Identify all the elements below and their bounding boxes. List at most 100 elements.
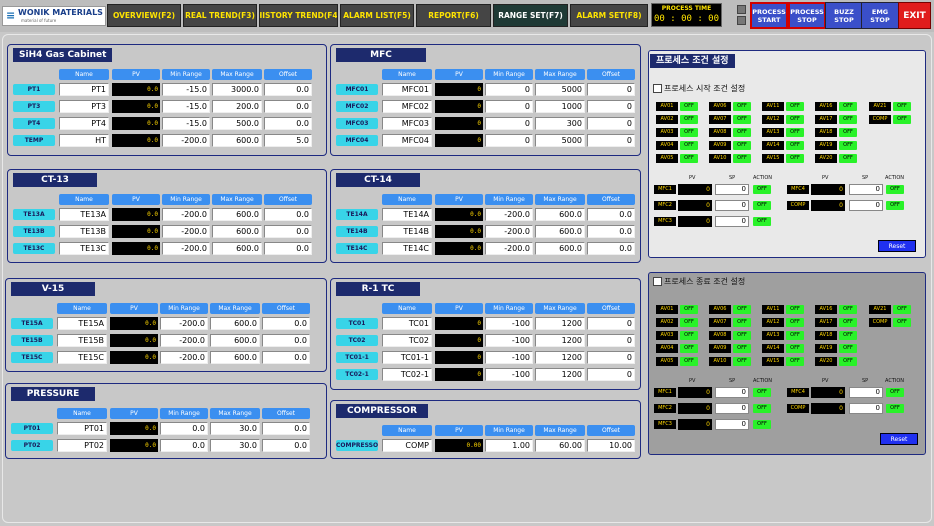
offset-field[interactable]: 0.0 <box>264 225 312 238</box>
valve-state-toggle[interactable]: OFF <box>839 331 857 340</box>
valve-state-toggle[interactable]: OFF <box>733 102 751 111</box>
valve-state-toggle[interactable]: OFF <box>786 344 804 353</box>
row-tag-button[interactable]: PT4 <box>13 118 55 129</box>
name-field[interactable]: MFC04 <box>382 134 432 147</box>
mfc-sp-field[interactable]: 0 <box>715 419 749 430</box>
row-tag-button[interactable]: TE14C <box>336 243 378 254</box>
mfc-action-toggle[interactable]: OFF <box>886 201 904 210</box>
min-range-field[interactable]: -200.0 <box>160 334 208 347</box>
mfc-sp-field[interactable]: 0 <box>849 200 883 211</box>
row-tag-button[interactable]: TE13B <box>13 226 55 237</box>
offset-field[interactable]: 0 <box>587 117 635 130</box>
valve-state-toggle[interactable]: OFF <box>786 128 804 137</box>
min-range-field[interactable]: -15.0 <box>162 117 210 130</box>
offset-field[interactable]: 0 <box>587 83 635 96</box>
mfc-sp-field[interactable]: 0 <box>849 387 883 398</box>
mfc-action-toggle[interactable]: OFF <box>886 404 904 413</box>
offset-field[interactable]: 0 <box>587 134 635 147</box>
name-field[interactable]: PT1 <box>59 83 109 96</box>
mfc-sp-field[interactable]: 0 <box>715 387 749 398</box>
min-range-field[interactable]: -200.0 <box>485 208 533 221</box>
valve-state-toggle[interactable]: OFF <box>733 128 751 137</box>
min-range-field[interactable]: -200.0 <box>162 134 210 147</box>
offset-field[interactable]: 10.00 <box>587 439 635 452</box>
valve-state-toggle[interactable]: OFF <box>893 115 911 124</box>
mfc-action-toggle[interactable]: OFF <box>886 388 904 397</box>
name-field[interactable]: MFC01 <box>382 83 432 96</box>
min-range-field[interactable]: -200.0 <box>485 242 533 255</box>
process-start-button[interactable]: PROCESS START <box>750 2 788 29</box>
row-tag-button[interactable]: PT3 <box>13 101 55 112</box>
valve-state-toggle[interactable]: OFF <box>839 318 857 327</box>
valve-state-toggle[interactable]: OFF <box>733 357 751 366</box>
max-range-field[interactable]: 30.0 <box>210 422 260 435</box>
name-field[interactable]: HT <box>59 134 109 147</box>
valve-state-toggle[interactable]: OFF <box>893 318 911 327</box>
mfc-sp-field[interactable]: 0 <box>849 184 883 195</box>
offset-field[interactable]: 0.0 <box>587 242 635 255</box>
row-tag-button[interactable]: TC02-1 <box>336 369 378 380</box>
valve-state-toggle[interactable]: OFF <box>680 154 698 163</box>
max-range-field[interactable]: 1200 <box>535 351 585 364</box>
min-range-field[interactable]: -100 <box>485 351 533 364</box>
min-range-field[interactable]: -15.0 <box>162 83 210 96</box>
offset-field[interactable]: 0.0 <box>262 334 310 347</box>
min-range-field[interactable]: 1.00 <box>485 439 533 452</box>
valve-state-toggle[interactable]: OFF <box>680 344 698 353</box>
valve-state-toggle[interactable]: OFF <box>786 305 804 314</box>
min-range-field[interactable]: -200.0 <box>485 225 533 238</box>
min-range-field[interactable]: -200.0 <box>160 317 208 330</box>
name-field[interactable]: TE15B <box>57 334 107 347</box>
valve-state-toggle[interactable]: OFF <box>786 318 804 327</box>
row-tag-button[interactable]: TE15B <box>11 335 53 346</box>
row-tag-button[interactable]: MFC03 <box>336 118 378 129</box>
min-range-field[interactable]: -100 <box>485 317 533 330</box>
name-field[interactable]: MFC02 <box>382 100 432 113</box>
name-field[interactable]: TE15C <box>57 351 107 364</box>
mfc-sp-field[interactable]: 0 <box>715 200 749 211</box>
min-range-field[interactable]: 0 <box>485 134 533 147</box>
mfc-action-toggle[interactable]: OFF <box>886 185 904 194</box>
valve-state-toggle[interactable]: OFF <box>733 115 751 124</box>
row-tag-button[interactable]: MFC04 <box>336 135 378 146</box>
valve-state-toggle[interactable]: OFF <box>893 102 911 111</box>
valve-state-toggle[interactable]: OFF <box>680 115 698 124</box>
offset-field[interactable]: 0.0 <box>264 242 312 255</box>
row-tag-button[interactable]: PT01 <box>11 423 53 434</box>
row-tag-button[interactable]: TE14B <box>336 226 378 237</box>
valve-state-toggle[interactable]: OFF <box>839 115 857 124</box>
valve-state-toggle[interactable]: OFF <box>839 128 857 137</box>
nav-overview[interactable]: OVERVIEW(F2) <box>107 4 181 27</box>
max-range-field[interactable]: 3000.0 <box>212 83 262 96</box>
row-tag-button[interactable]: TC01-1 <box>336 352 378 363</box>
max-range-field[interactable]: 600.0 <box>212 242 262 255</box>
row-tag-button[interactable]: TE15A <box>11 318 53 329</box>
nav-real-trend[interactable]: REAL TREND(F3) <box>183 4 257 27</box>
end-reset-button[interactable]: Reset <box>880 433 918 445</box>
row-tag-button[interactable]: COMPRESSOR <box>336 440 378 451</box>
row-tag-button[interactable]: TC02 <box>336 335 378 346</box>
row-tag-button[interactable]: TE13A <box>13 209 55 220</box>
name-field[interactable]: TE14B <box>382 225 432 238</box>
min-range-field[interactable]: -15.0 <box>162 100 210 113</box>
valve-state-toggle[interactable]: OFF <box>680 128 698 137</box>
valve-state-toggle[interactable]: OFF <box>786 357 804 366</box>
mfc-action-toggle[interactable]: OFF <box>753 217 771 226</box>
min-range-field[interactable]: -200.0 <box>162 208 210 221</box>
valve-state-toggle[interactable]: OFF <box>786 115 804 124</box>
max-range-field[interactable]: 500.0 <box>212 117 262 130</box>
offset-field[interactable]: 0.0 <box>262 439 310 452</box>
offset-field[interactable]: 0 <box>587 351 635 364</box>
name-field[interactable]: PT4 <box>59 117 109 130</box>
valve-state-toggle[interactable]: OFF <box>733 344 751 353</box>
name-field[interactable]: TE13B <box>59 225 109 238</box>
valve-state-toggle[interactable]: OFF <box>786 154 804 163</box>
valve-state-toggle[interactable]: OFF <box>786 141 804 150</box>
start-condition-checkbox[interactable] <box>653 84 662 93</box>
mfc-action-toggle[interactable]: OFF <box>753 185 771 194</box>
max-range-field[interactable]: 600.0 <box>212 134 262 147</box>
name-field[interactable]: MFC03 <box>382 117 432 130</box>
name-field[interactable]: TC01-1 <box>382 351 432 364</box>
min-range-field[interactable]: -100 <box>485 368 533 381</box>
offset-field[interactable]: 0 <box>587 317 635 330</box>
